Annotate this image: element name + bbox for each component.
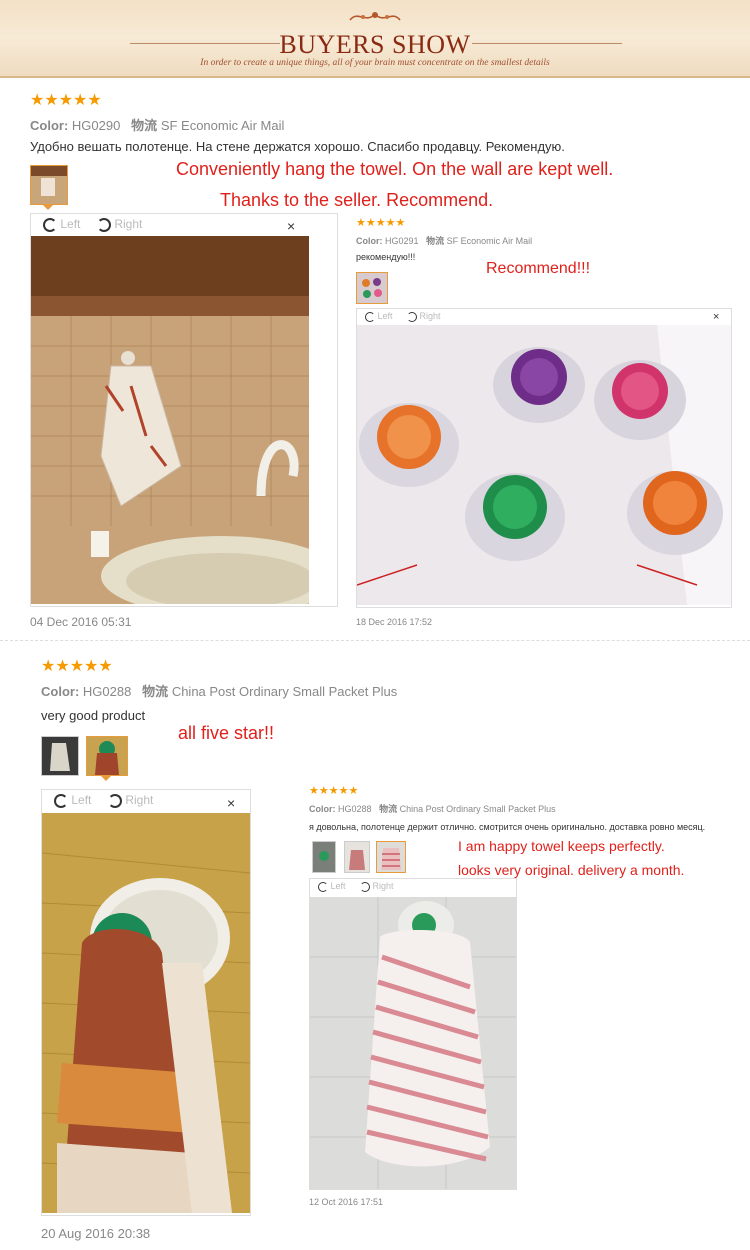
review-date: 12 Oct 2016 17:51 bbox=[309, 1197, 384, 1207]
rotate-right-label: Right bbox=[372, 881, 394, 891]
banner-title: BUYERS SHOW bbox=[279, 30, 471, 59]
photo-viewer: Left Right × bbox=[356, 308, 732, 608]
rotate-left-icon bbox=[365, 311, 375, 322]
rotate-right-icon bbox=[108, 793, 122, 808]
color-value: HG0288 bbox=[82, 684, 132, 699]
logistics-value: SF Economic Air Mail bbox=[446, 236, 533, 246]
thumbnail-image bbox=[377, 842, 405, 872]
close-viewer-button[interactable]: × bbox=[713, 311, 719, 323]
thumbnail-image bbox=[313, 842, 335, 872]
thumbnail-image bbox=[345, 842, 369, 872]
thumbnail-pointer-icon bbox=[101, 776, 111, 781]
review-photo-kitchen-towel bbox=[31, 236, 309, 604]
banner-subtitle: In order to create a unique things, all … bbox=[200, 58, 550, 68]
logistics-label: 物流 bbox=[379, 804, 398, 814]
review-translation: Conveniently hang the towel. On the wall… bbox=[176, 159, 614, 179]
rating-stars: ★★★★★ bbox=[41, 658, 113, 675]
review-meta: Color: HG0288 物流 China Post Ordinary Sma… bbox=[41, 681, 397, 700]
review-photo-green-hook-towel bbox=[42, 813, 250, 1213]
review-text: Удобно вешать полотенце. На стене держат… bbox=[30, 139, 565, 154]
rotate-right-button[interactable]: Right bbox=[360, 881, 394, 892]
photo-thumbnail[interactable] bbox=[356, 272, 388, 304]
review-translation: Thanks to the seller. Recommend. bbox=[220, 190, 494, 210]
rotate-left-button[interactable]: Left bbox=[54, 793, 91, 808]
rotate-right-icon bbox=[97, 217, 111, 232]
review-date: 04 Dec 2016 05:31 bbox=[30, 615, 132, 629]
logistics-label: 物流 bbox=[142, 684, 169, 699]
rotate-left-icon bbox=[54, 793, 68, 808]
review-translation: Recommend!!! bbox=[486, 260, 591, 277]
rotate-right-icon bbox=[407, 311, 417, 322]
photo-thumbnail[interactable] bbox=[344, 841, 370, 873]
rotate-right-label: Right bbox=[114, 217, 143, 231]
close-viewer-button[interactable]: × bbox=[227, 795, 235, 811]
rotate-left-label: Left bbox=[377, 311, 393, 321]
review-divider bbox=[0, 640, 750, 642]
thumbnail-image bbox=[357, 273, 387, 303]
floral-ornament-icon bbox=[349, 12, 401, 21]
rotate-left-button[interactable]: Left bbox=[43, 217, 80, 232]
logistics-value: SF Economic Air Mail bbox=[160, 118, 285, 133]
review-meta: Color: HG0291 物流 SF Economic Air Mail bbox=[356, 234, 532, 247]
color-label: Color: bbox=[41, 684, 80, 699]
thumbnail-pointer-icon bbox=[43, 205, 53, 210]
review-text: very good product bbox=[41, 708, 146, 723]
photo-thumbnail[interactable] bbox=[376, 841, 406, 873]
review-translation: looks very original. delivery a month. bbox=[458, 862, 685, 878]
color-label: Color: bbox=[30, 118, 69, 133]
rating-stars: ★★★★★ bbox=[30, 92, 102, 109]
photo-viewer: Left Right × bbox=[30, 213, 338, 607]
thumbnail-image bbox=[42, 737, 78, 775]
rotate-right-button[interactable]: Right bbox=[407, 311, 441, 322]
color-label: Color: bbox=[356, 236, 383, 246]
rotate-left-label: Left bbox=[330, 881, 346, 891]
review-text: рекомендую!!! bbox=[356, 252, 416, 262]
rating-stars: ★★★★★ bbox=[356, 217, 406, 229]
rotate-right-button[interactable]: Right bbox=[97, 217, 142, 232]
rotate-left-label: Left bbox=[60, 217, 81, 231]
rotate-left-icon bbox=[318, 881, 328, 892]
color-label: Color: bbox=[309, 804, 336, 814]
rotate-right-label: Right bbox=[125, 793, 154, 807]
rotate-left-icon bbox=[43, 217, 57, 232]
logistics-value: China Post Ordinary Small Packet Plus bbox=[171, 684, 398, 699]
photo-viewer: Left Right × bbox=[41, 789, 251, 1216]
review-photo-colored-hooks bbox=[357, 325, 731, 605]
photo-viewer: Left Right bbox=[309, 878, 517, 1190]
logistics-value: China Post Ordinary Small Packet Plus bbox=[399, 804, 556, 814]
rating-stars: ★★★★★ bbox=[309, 785, 359, 797]
rotate-left-label: Left bbox=[71, 793, 92, 807]
photo-thumbnail[interactable] bbox=[41, 736, 79, 776]
buyers-show-banner: BUYERS SHOW In order to create a unique … bbox=[0, 0, 750, 78]
review-translation: all five star!! bbox=[178, 723, 275, 743]
rotate-right-button[interactable]: Right bbox=[108, 793, 153, 808]
close-viewer-button[interactable]: × bbox=[287, 218, 295, 234]
thumbnail-image bbox=[87, 737, 127, 775]
review-translation: I am happy towel keeps perfectly. bbox=[458, 838, 665, 854]
photo-thumbnail[interactable] bbox=[30, 165, 68, 205]
review-meta: Color: HG0290 物流 SF Economic Air Mail bbox=[30, 115, 284, 134]
thumbnail-image bbox=[31, 166, 67, 204]
photo-thumbnail[interactable] bbox=[312, 841, 336, 873]
review-date: 20 Aug 2016 20:38 bbox=[41, 1226, 151, 1241]
review-text: я довольна, полотенце держит отлично. см… bbox=[309, 822, 706, 832]
color-value: HG0290 bbox=[71, 118, 121, 133]
logistics-label: 物流 bbox=[426, 236, 445, 246]
rotate-left-button[interactable]: Left bbox=[318, 881, 346, 892]
color-value: HG0291 bbox=[385, 236, 419, 246]
logistics-label: 物流 bbox=[131, 118, 158, 133]
rotate-left-button[interactable]: Left bbox=[365, 311, 393, 322]
photo-thumbnail[interactable] bbox=[86, 736, 128, 776]
color-value: HG0288 bbox=[338, 804, 372, 814]
review-photo-striped-towel bbox=[310, 897, 516, 1189]
rotate-right-label: Right bbox=[419, 311, 441, 321]
rotate-right-icon bbox=[360, 881, 370, 892]
review-meta: Color: HG0288 物流 China Post Ordinary Sma… bbox=[309, 802, 556, 815]
review-date: 18 Dec 2016 17:52 bbox=[356, 617, 433, 627]
